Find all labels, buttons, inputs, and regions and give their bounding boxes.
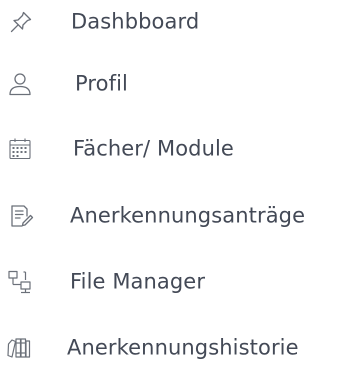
sidebar-item-label: Anerkennungsanträge (70, 203, 306, 228)
pin-icon (8, 9, 34, 35)
sidebar-item-anerkennungsantraege[interactable]: Anerkennungsanträge (0, 196, 351, 236)
sidebar-item-anerkennungshistorie[interactable]: Anerkennungshistorie (0, 328, 351, 368)
sidebar-item-label: Dashbboard (71, 9, 200, 34)
sidebar-nav: Dashbboard Profil Fächer/ Module Anerken… (0, 0, 351, 368)
sidebar-item-label: Fächer/ Module (73, 136, 234, 161)
sidebar-item-label: File Manager (70, 269, 206, 294)
sidebar-item-profil[interactable]: Profil (0, 64, 351, 104)
user-icon (7, 71, 33, 97)
sidebar-item-dashboard[interactable]: Dashbboard (0, 2, 351, 42)
sidebar-item-label: Profil (75, 71, 128, 96)
calendar-icon (7, 136, 33, 162)
sidebar-item-file-manager[interactable]: File Manager (0, 262, 351, 302)
document-edit-icon (8, 203, 34, 229)
network-icon (7, 269, 33, 295)
sidebar-item-label: Anerkennungshistorie (67, 335, 299, 360)
sidebar-item-faecher-module[interactable]: Fächer/ Module (0, 129, 351, 169)
books-icon (6, 335, 32, 361)
